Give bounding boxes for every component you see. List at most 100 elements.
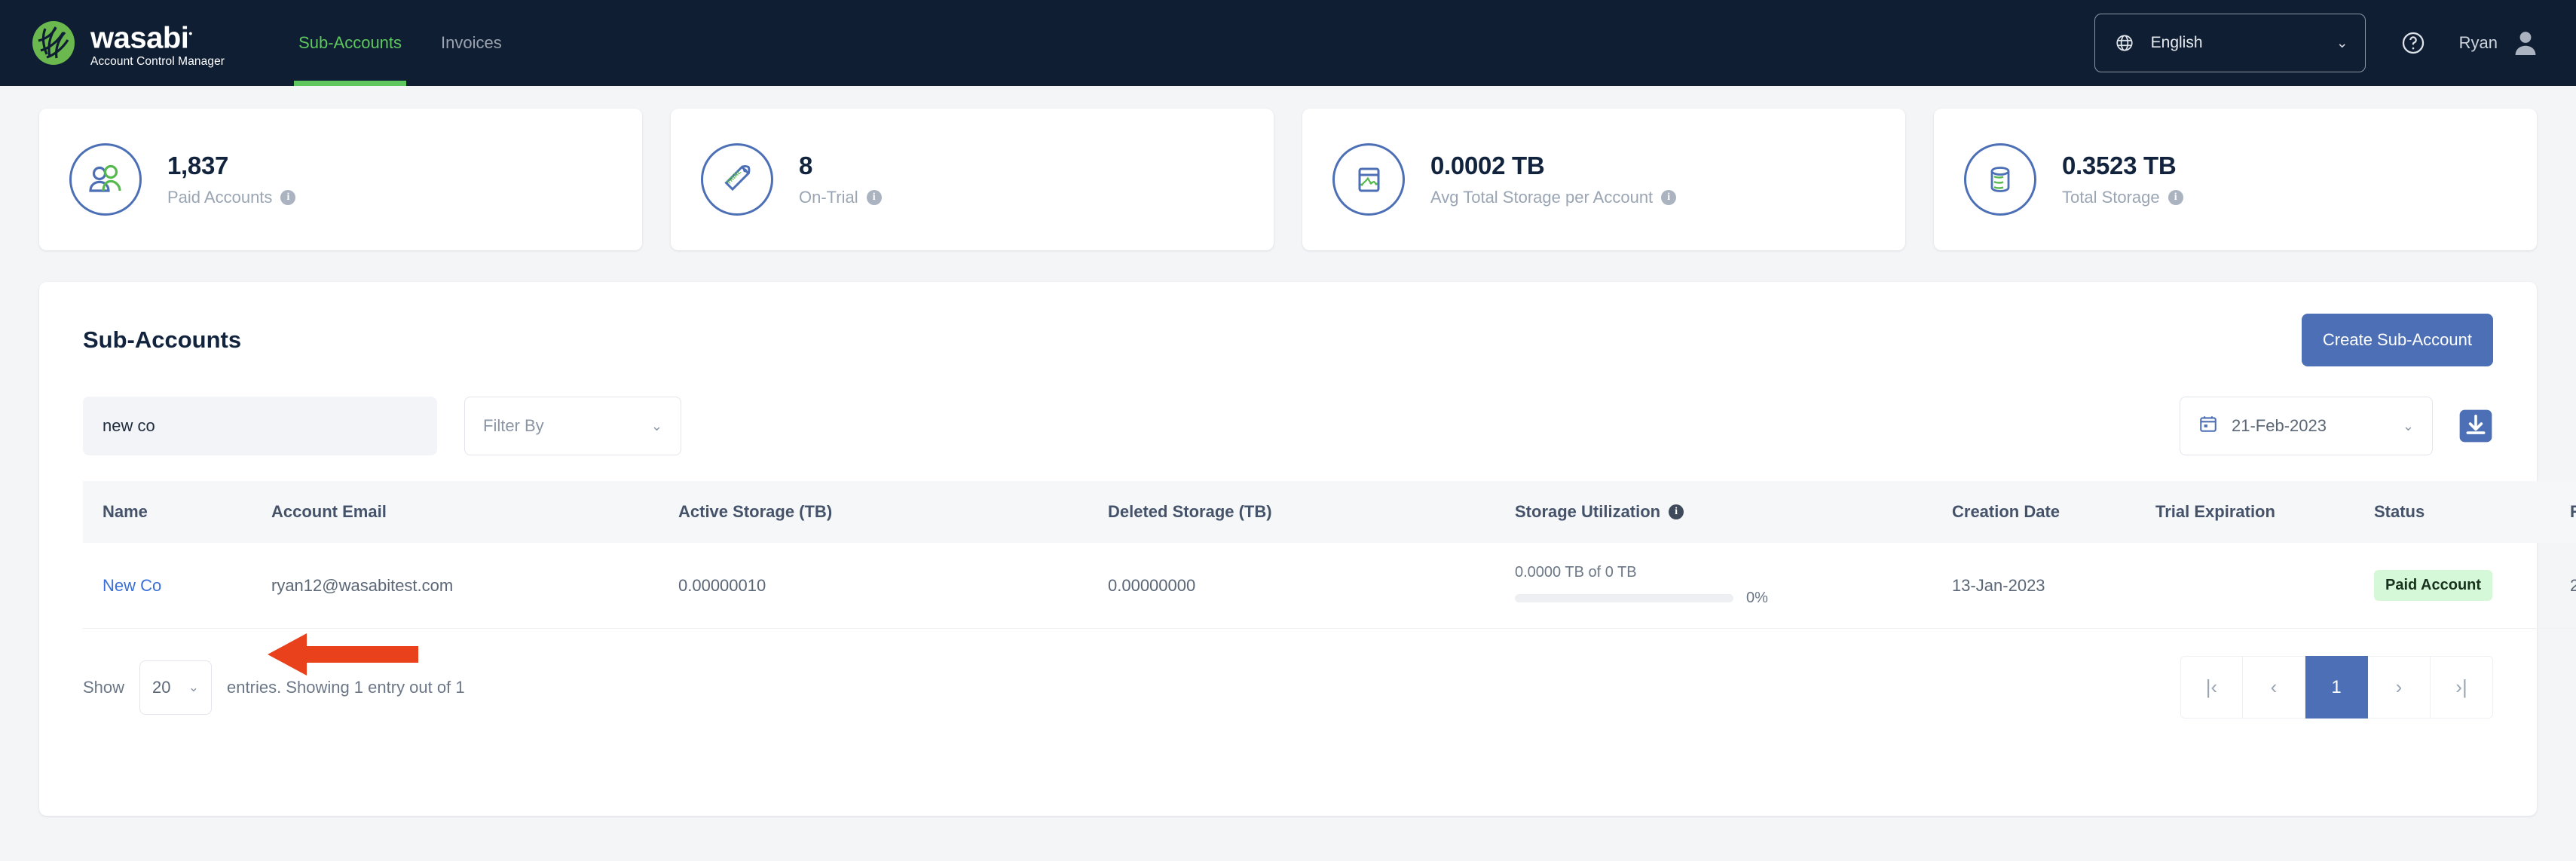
cell-record-date: 21-Feb-2023 [2570,543,2576,629]
column-header-creation-date[interactable]: Creation Date [1952,481,2155,543]
column-label: Active Storage (TB) [678,502,833,521]
create-sub-account-button[interactable]: Create Sub-Account [2301,314,2493,366]
column-header-storage-utilization[interactable]: Storage Utilization i [1515,481,1952,543]
info-icon[interactable]: i [1669,504,1684,519]
sub-accounts-panel: Sub-Accounts Create Sub-Account Filter B… [39,282,2576,816]
page-content: 1,837 Paid Accounts i TRIAL 8 On-Trial i… [0,109,2576,816]
stat-card-paid-accounts: 1,837 Paid Accounts i [39,109,642,250]
pagination-prev[interactable]: ‹ [2243,656,2305,719]
cell-deleted-storage: 0.00000000 [1108,543,1515,629]
table-row[interactable]: New Co ryan12@wasabitest.com 0.00000010 … [83,543,2576,629]
date-picker-value: 21-Feb-2023 [2232,416,2327,435]
column-label-wrap: Storage Utilization i [1515,502,1684,522]
column-label: Record Date [2570,502,2576,521]
panel-header: Sub-Accounts Create Sub-Account [39,282,2537,366]
account-email-cell: ryan12@wasabitest.com [271,543,678,629]
stat-label-text: Total Storage [2062,188,2160,207]
column-label: Name [102,502,148,521]
calendar-icon [2198,414,2218,438]
column-label: Deleted Storage (TB) [1108,502,1272,521]
date-picker[interactable]: 21-Feb-2023 ⌄ [2180,397,2433,455]
toolbar-right-controls: 21-Feb-2023 ⌄ [2180,397,2493,455]
download-export-icon[interactable] [2458,409,2493,443]
language-value: English [2150,34,2203,51]
cell-storage-utilization: 0.0000 TB of 0 TB 0% [1515,543,1952,629]
column-label: Status [2374,502,2425,521]
globe-icon [2115,33,2134,53]
stat-value-total-storage: 0.3523 TB [2062,152,2177,179]
chevron-down-icon: ⌄ [2402,418,2414,434]
column-header-deleted-storage[interactable]: Deleted Storage (TB) [1108,481,1515,543]
pagination-last[interactable]: ›| [2431,656,2493,719]
filter-by-dropdown[interactable]: Filter By ⌄ [464,397,681,455]
table-footer: Show 20 ⌄ entries. Showing 1 entry out o… [39,629,2537,719]
cell-trial-expiration [2155,543,2374,629]
brand-subtitle: Account Control Manager [90,54,225,68]
column-label: Trial Expiration [2155,502,2275,521]
column-header-status[interactable]: Status [2374,481,2570,543]
help-circle-icon[interactable] [2400,30,2426,56]
storage-chart-icon [1332,143,1405,216]
cell-creation-date: 13-Jan-2023 [1952,543,2155,629]
primary-nav: Sub-Accounts Invoices [279,0,522,86]
stat-label-text: Paid Accounts [167,188,273,207]
trial-tag-icon: TRIAL [701,143,773,216]
nav-tab-invoices-label: Invoices [441,33,502,52]
table-body: New Co ryan12@wasabitest.com 0.00000010 … [83,543,2576,629]
entries-summary: entries. Showing 1 entry out of 1 [227,677,465,697]
nav-tab-invoices[interactable]: Invoices [421,0,522,86]
column-header-active-storage[interactable]: Active Storage (TB) [678,481,1108,543]
wasabi-leaf-icon [30,20,77,66]
page-title: Sub-Accounts [83,326,242,353]
stat-card-on-trial: TRIAL 8 On-Trial i [671,109,1274,250]
stat-value-on-trial: 8 [799,152,813,179]
utilization-progress-bar [1515,594,1733,602]
top-navigation-bar: wasabi• Account Control Manager Sub-Acco… [0,0,2576,86]
info-icon[interactable]: i [280,190,296,205]
chevron-down-icon: ⌄ [188,679,200,694]
filter-by-label: Filter By [483,416,544,435]
table-toolbar: Filter By ⌄ 21-Feb-2023 ⌄ [39,366,2537,455]
pagination: |‹ ‹ 1 › ›| [2180,656,2493,719]
info-icon[interactable]: i [1661,190,1677,205]
status-badge: Paid Account [2374,570,2493,601]
column-label: Creation Date [1952,502,2060,521]
show-label: Show [83,677,125,697]
brand-trademark: • [188,27,192,40]
pagination-page-1[interactable]: 1 [2305,656,2368,719]
account-name-link[interactable]: New Co [102,576,161,595]
stat-label-paid-accounts: Paid Accounts i [167,188,296,207]
column-header-account-email[interactable]: Account Email [271,481,678,543]
nav-tab-sub-accounts-label: Sub-Accounts [298,33,402,52]
database-icon [1964,143,2036,216]
column-header-record-date[interactable]: Record Date [2570,481,2576,543]
chevron-down-icon: ⌄ [650,418,662,434]
column-label: Account Email [271,502,387,521]
table-header-row: Name Account Email Active Storage (TB) D… [83,481,2576,543]
table-header: Name Account Email Active Storage (TB) D… [83,481,2576,543]
page-size-dropdown[interactable]: 20 ⌄ [139,660,213,715]
stat-label-avg-storage: Avg Total Storage per Account i [1430,188,1677,207]
stat-cards-row: 1,837 Paid Accounts i TRIAL 8 On-Trial i… [39,109,2537,250]
column-header-trial-expiration[interactable]: Trial Expiration [2155,481,2374,543]
nav-tab-sub-accounts[interactable]: Sub-Accounts [279,0,421,86]
stat-value-avg-storage: 0.0002 TB [1430,152,1545,179]
info-icon[interactable]: i [2168,190,2183,205]
cell-active-storage: 0.00000010 [678,543,1108,629]
page-size-value: 20 [152,677,171,697]
users-icon [69,143,142,216]
user-avatar-icon[interactable] [2514,30,2537,56]
stat-label-on-trial: On-Trial i [799,188,882,207]
wasabi-logo[interactable]: wasabi• Account Control Manager [30,17,225,68]
column-header-name[interactable]: Name [83,481,271,543]
utilization-text: 0.0000 TB of 0 TB [1515,564,1637,581]
user-name-label[interactable]: Ryan [2459,33,2498,53]
pagination-first[interactable]: |‹ [2180,656,2243,719]
nav-right-controls: English ⌄ Ryan [2094,14,2537,72]
stat-label-total-storage: Total Storage i [2062,188,2183,207]
utilization-percent: 0% [1746,590,1768,606]
language-selector[interactable]: English ⌄ [2094,14,2366,72]
search-input[interactable] [83,397,437,455]
info-icon[interactable]: i [866,190,882,205]
pagination-next[interactable]: › [2368,656,2431,719]
